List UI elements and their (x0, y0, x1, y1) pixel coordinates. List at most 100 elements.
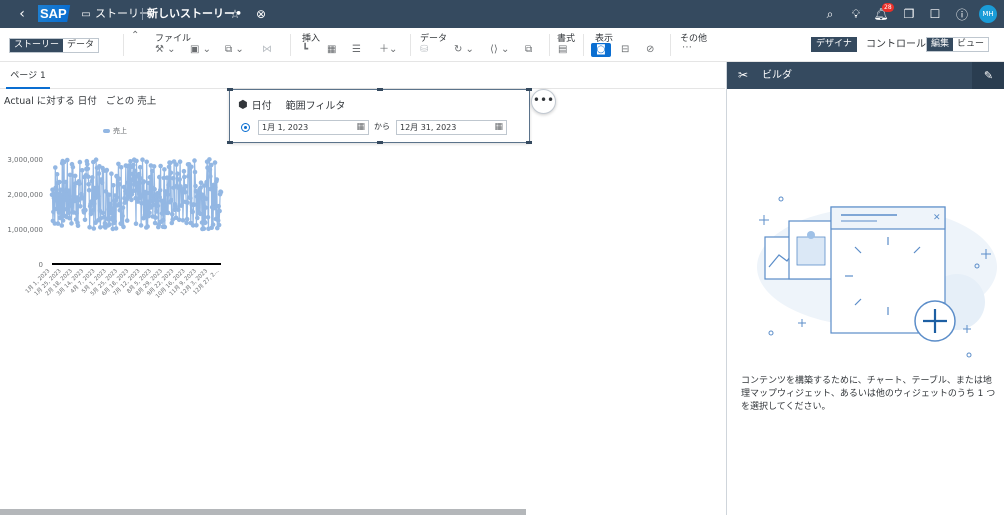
data-point (181, 168, 187, 174)
data-point (114, 195, 120, 200)
resize-handle[interactable] (526, 141, 532, 144)
data-point (83, 207, 88, 213)
data-point (91, 226, 97, 231)
user-avatar[interactable]: MH (979, 5, 997, 23)
resize-handle[interactable] (377, 141, 383, 144)
resize-handle[interactable] (377, 88, 383, 91)
date-range-filter[interactable]: ⬢ 日付 範囲フィルタ 1月 1, 2023 ▦ から 12月 31, 2023… (227, 88, 532, 144)
more-actions-button[interactable]: ••• (531, 89, 556, 114)
styling-brush-icon[interactable]: ✎ (972, 62, 1004, 89)
copy-icon[interactable]: ⧉ ⌄ (225, 43, 244, 57)
data-point (139, 200, 144, 206)
data-point (109, 171, 114, 176)
data-point (104, 167, 110, 173)
chart-icon[interactable]: ┗ (302, 43, 308, 57)
to-date-input[interactable]: 12月 31, 2023 ▦ (396, 120, 507, 135)
input-control-icon[interactable]: ☰ (352, 43, 361, 57)
data-point (120, 213, 125, 219)
data-point (163, 202, 169, 208)
story-canvas[interactable]: Actual に対する 日付 ごとの 売上 売上 3,000,000 2,000,… (0, 88, 725, 515)
data-point (112, 219, 117, 224)
data-point (189, 164, 194, 170)
y-tick-label: 0 (39, 261, 43, 269)
resize-handle[interactable] (227, 141, 233, 144)
data-point (216, 203, 221, 209)
data-source-icon[interactable]: ⛁ (420, 43, 428, 57)
data-point (120, 205, 126, 210)
legend-label: 売上 (113, 127, 127, 135)
formula-icon[interactable]: ⟨⟩ ⌄ (490, 43, 509, 57)
data-point (132, 168, 138, 174)
data-point (72, 173, 78, 179)
help-icon[interactable]: ⓘ (955, 0, 969, 28)
share-icon[interactable]: ⋈ (262, 43, 272, 57)
refresh-icon[interactable]: ↻ ⌄ (454, 43, 474, 57)
data-point (175, 171, 180, 176)
data-point (54, 172, 60, 177)
feedback-icon[interactable]: ☐ (928, 0, 942, 28)
range-radio[interactable] (241, 123, 250, 132)
data-point (164, 175, 170, 180)
mode-data-button[interactable]: データ (63, 39, 99, 52)
data-point (168, 170, 174, 176)
close-circle-icon[interactable]: ⊗ (254, 0, 268, 28)
data-point (139, 194, 145, 199)
toolbar-divider (123, 34, 124, 56)
data-point (177, 177, 182, 182)
add-icon[interactable]: ＋⌄ (379, 43, 397, 57)
data-point (90, 175, 95, 180)
mode-story-button[interactable]: ストーリー (10, 39, 64, 52)
data-point (85, 161, 90, 167)
save-icon[interactable]: ▣ ⌄ (190, 43, 211, 57)
table-icon[interactable]: ▦ (327, 43, 336, 57)
link-dimensions-icon[interactable]: ⧉ (525, 43, 532, 57)
lightbulb-icon[interactable]: 💡︎ (849, 0, 863, 28)
designer-button[interactable]: デザイナ (811, 37, 857, 52)
chat-icon[interactable]: ❐ (902, 0, 916, 28)
outline-icon[interactable]: ⊟ (621, 43, 629, 57)
tools-icon[interactable]: ⚒︎ ⌄ (155, 43, 176, 57)
data-point (116, 176, 122, 182)
sap-logo[interactable]: SAP (38, 5, 76, 22)
view-mode-button[interactable]: ビュー (953, 38, 989, 51)
data-point (160, 199, 165, 204)
builder-title: ビルダ (762, 70, 792, 81)
resize-handle[interactable] (227, 88, 233, 91)
data-point (207, 157, 212, 162)
data-point (192, 169, 198, 175)
mode-toggle: ストーリー データ (9, 38, 100, 53)
control-button[interactable]: コントロール (866, 37, 926, 52)
more-icon[interactable]: ⋯ (682, 41, 692, 55)
data-point (92, 201, 97, 207)
data-point (56, 210, 62, 215)
performance-icon[interactable]: ⊘ (646, 43, 654, 57)
search-icon[interactable]: ⌕ (823, 0, 837, 28)
comment-icon[interactable]: ◙ (591, 43, 611, 57)
tab-page-1[interactable]: ページ 1 (6, 66, 50, 89)
data-point (208, 174, 213, 179)
horizontal-scrollbar[interactable] (0, 509, 526, 515)
data-point (117, 182, 122, 187)
star-icon[interactable]: ☆ (228, 0, 242, 28)
calendar-icon[interactable]: ▦ (494, 121, 503, 134)
data-point (85, 166, 91, 172)
calendar-icon[interactable]: ▦ (356, 121, 365, 134)
toolbar-divider (290, 34, 291, 56)
from-date-input[interactable]: 1月 1, 2023 ▦ (258, 120, 369, 135)
data-point (137, 164, 143, 170)
edit-mode-button[interactable]: 編集 (927, 38, 954, 51)
data-point (188, 195, 193, 201)
styling-icon[interactable]: ▤ (558, 43, 567, 57)
data-point (169, 197, 174, 203)
resize-handle[interactable] (526, 88, 532, 91)
y-tick-label: 1,000,000 (7, 226, 43, 234)
data-point (147, 174, 153, 180)
data-point (58, 187, 63, 193)
data-point (80, 195, 86, 201)
collapse-toolbar-icon[interactable]: ⌃ (131, 29, 139, 43)
chevron-left-icon[interactable]: ‹ (14, 0, 30, 28)
data-point (77, 181, 82, 186)
data-point (68, 202, 74, 207)
line-chart[interactable]: 3,000,0002,000,0001,000,00001月 1, 20231月… (0, 141, 230, 301)
from-date-value: 1月 1, 2023 (262, 123, 309, 132)
